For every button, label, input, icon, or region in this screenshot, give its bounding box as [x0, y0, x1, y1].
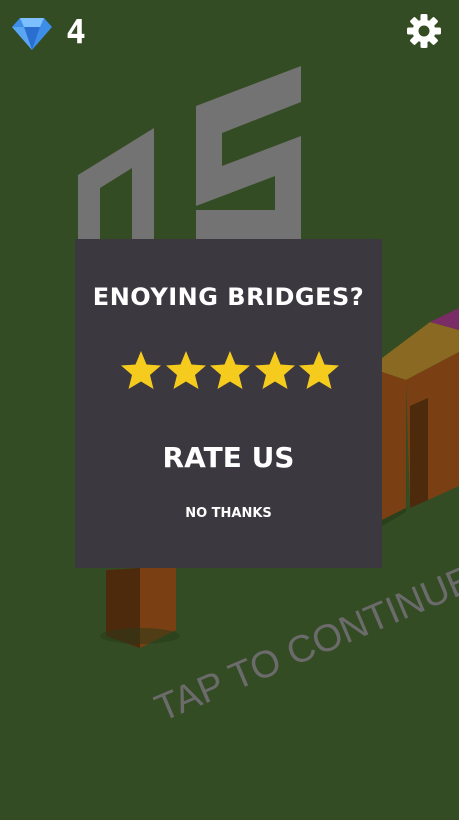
bridge-pillar-left	[100, 560, 180, 648]
star-rating	[120, 349, 340, 393]
gem-count: 4	[66, 12, 86, 51]
rate-dialog: ENOYING BRIDGES? RATE US NO THANKS	[75, 239, 382, 568]
rate-us-button[interactable]: RATE US	[145, 435, 312, 479]
star-icon-4[interactable]	[254, 349, 296, 391]
dialog-title: ENOYING BRIDGES?	[92, 283, 365, 311]
star-icon-3[interactable]	[209, 349, 251, 391]
no-thanks-button[interactable]: NO THANKS	[163, 501, 294, 525]
star-icon-2[interactable]	[165, 349, 207, 391]
star-icon-5[interactable]	[298, 349, 340, 391]
score-digit-five	[196, 66, 301, 239]
gear-icon[interactable]	[406, 13, 442, 49]
star-icon-1[interactable]	[120, 349, 162, 391]
score-display	[78, 66, 301, 246]
diamond-icon	[12, 18, 52, 50]
score-digit-zero	[78, 128, 154, 246]
tap-to-continue-hint: TAP TO CONTINUE	[149, 558, 459, 730]
bridge-blocks-right	[382, 308, 459, 526]
